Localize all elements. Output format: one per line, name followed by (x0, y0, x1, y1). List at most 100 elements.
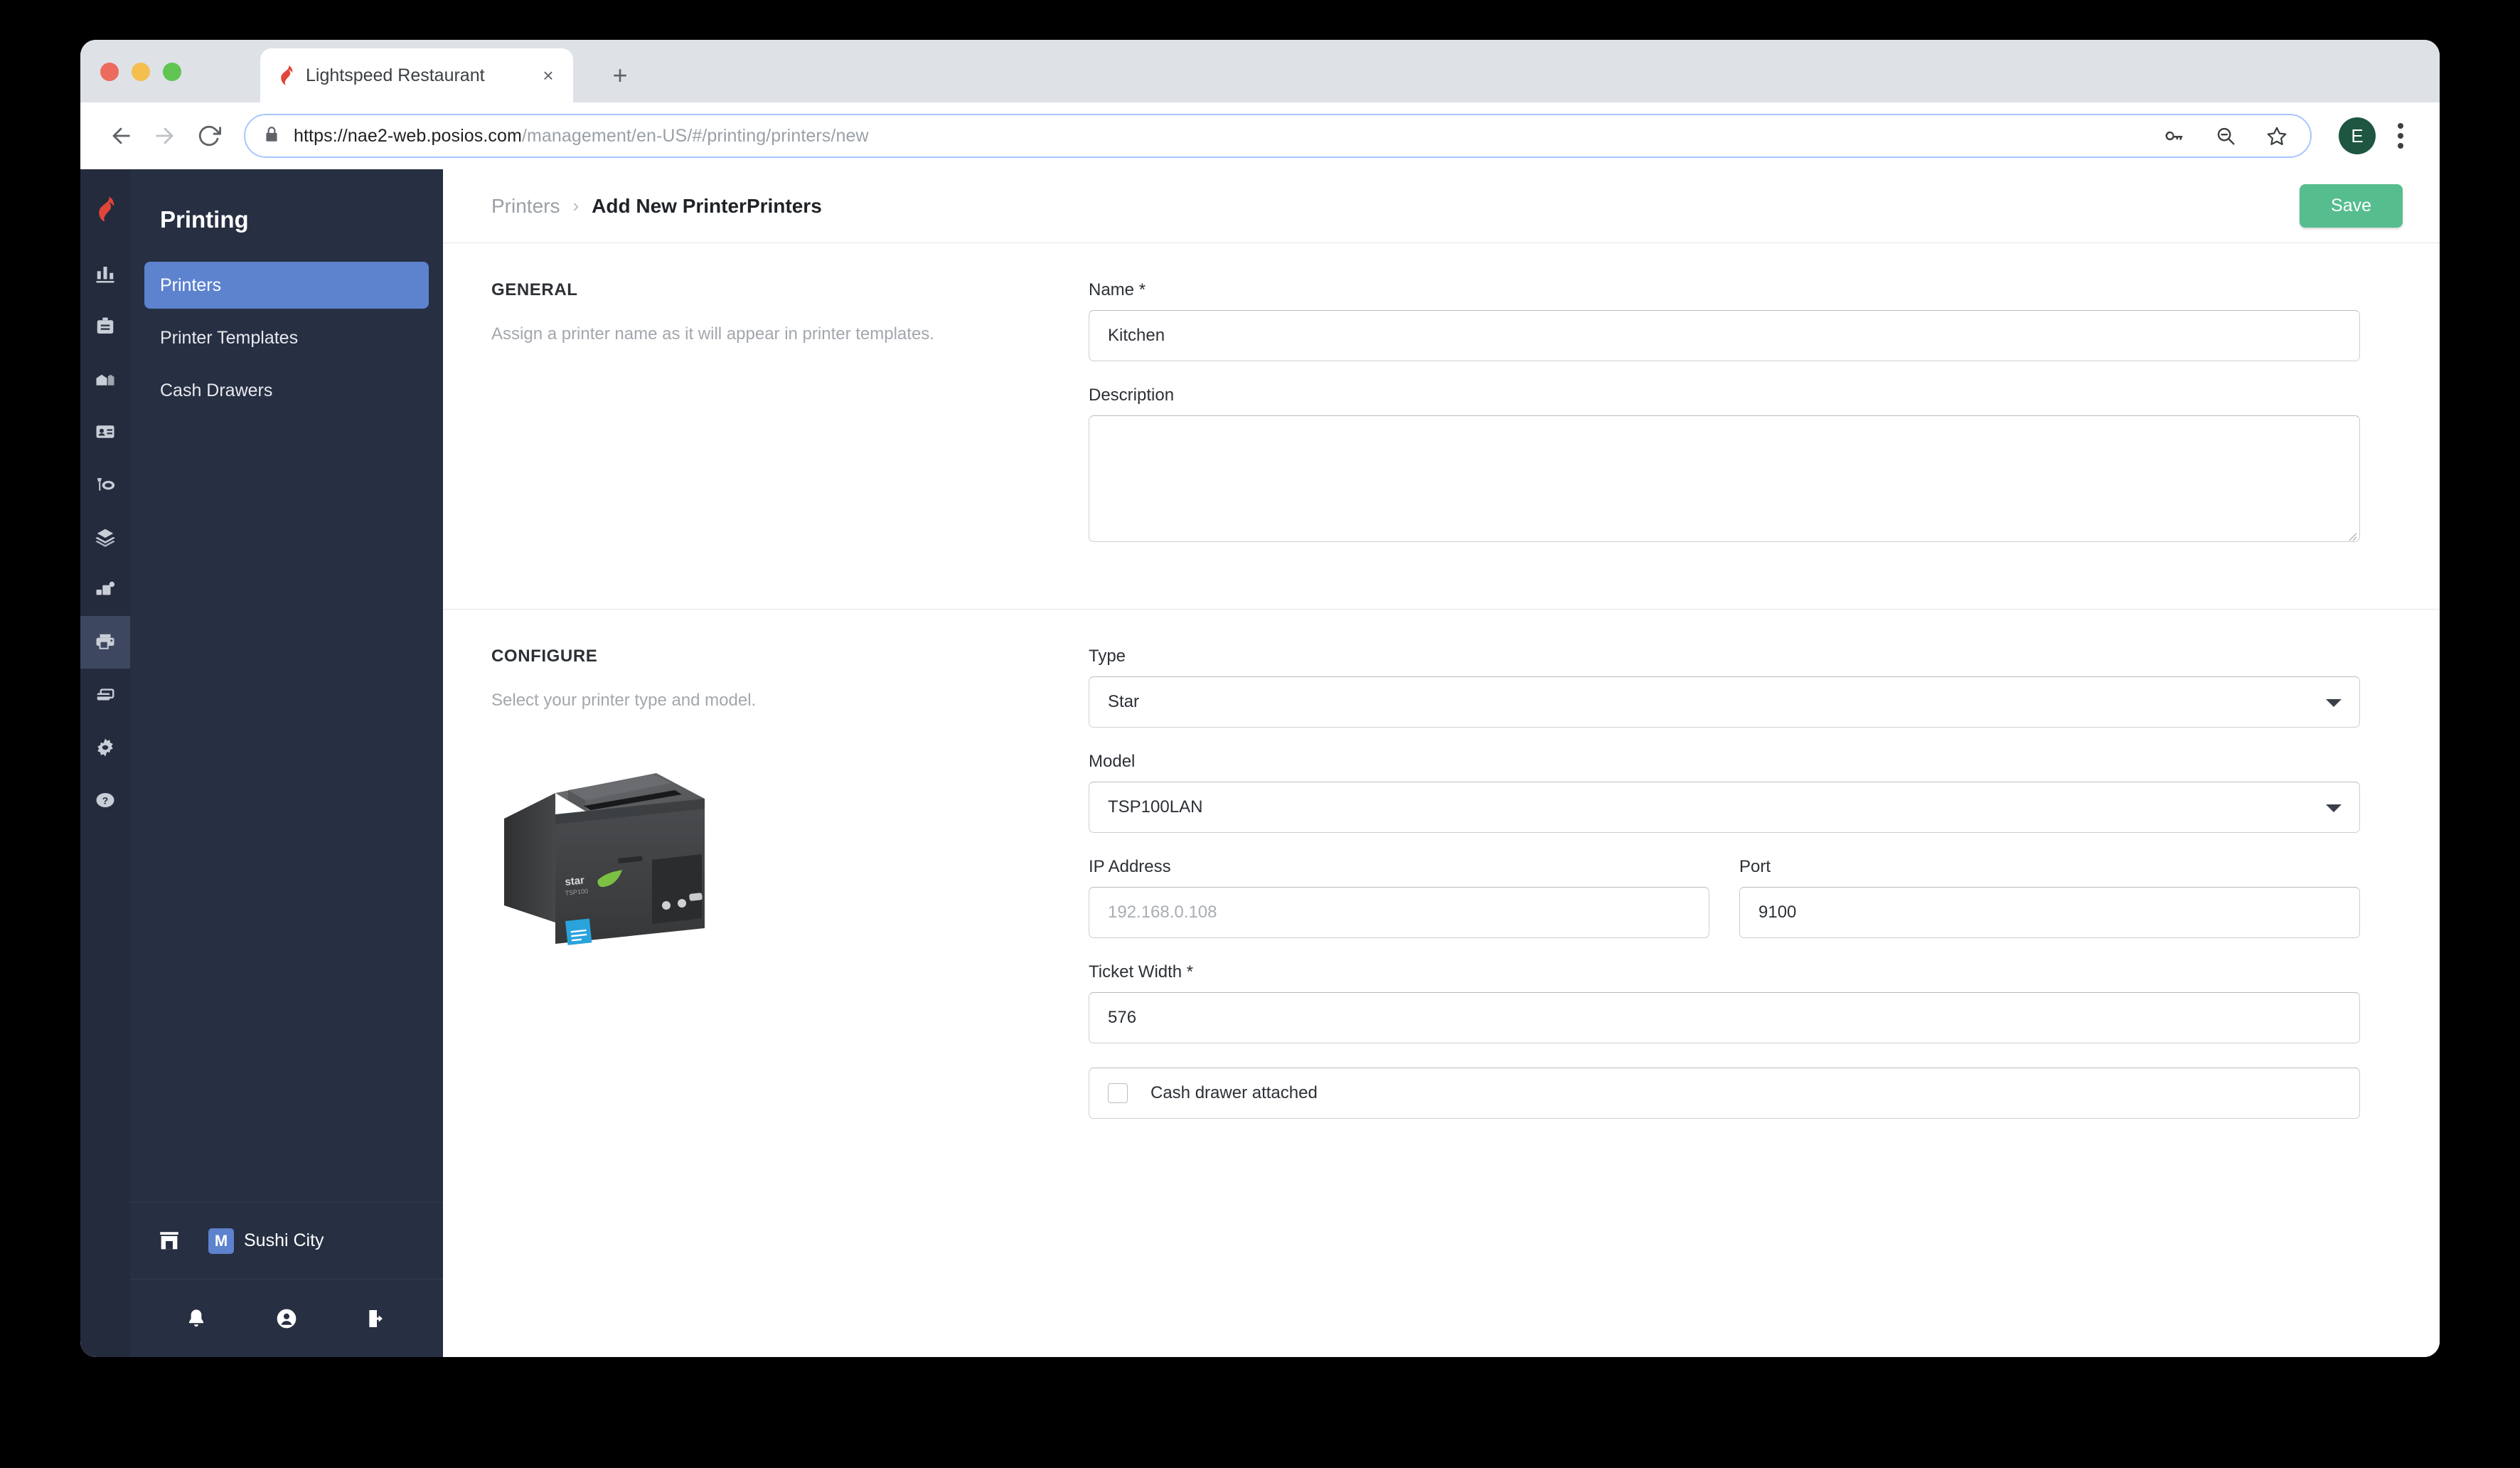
general-section-description: Assign a printer name as it will appear … (491, 324, 934, 344)
browser-toolbar: https://nae2-web.posios.com/management/e… (80, 102, 2440, 169)
cash-drawer-row[interactable]: Cash drawer attached (1089, 1068, 2360, 1119)
configure-section-title: CONFIGURE (491, 647, 598, 666)
store-name: Sushi City (244, 1230, 324, 1250)
lock-icon (262, 125, 281, 147)
tab-strip: Lightspeed Restaurant × + (80, 40, 2440, 102)
general-section-title: GENERAL (491, 280, 578, 299)
configure-section-info: CONFIGURE Select your printer type and m… (491, 647, 1089, 1119)
port-input[interactable]: 9100 (1739, 887, 2360, 938)
type-select[interactable]: Star (1089, 676, 2360, 728)
store-badge: M (208, 1228, 234, 1254)
type-select-wrapper: Star (1089, 676, 2360, 728)
lightspeed-logo[interactable] (80, 169, 130, 248)
url-text: https://nae2-web.posios.com/management/e… (294, 126, 2142, 147)
description-textarea[interactable] (1089, 415, 2360, 542)
bell-icon[interactable] (173, 1296, 219, 1341)
name-label: Name * (1089, 280, 1146, 299)
window-controls (100, 63, 181, 81)
url-host: https://nae2-web.posios.com (294, 125, 522, 146)
sidebar: Printing Printers Printer Templates Cash… (130, 169, 443, 1357)
svg-text:?: ? (102, 795, 108, 806)
dining-icon[interactable] (80, 458, 130, 511)
name-input[interactable]: Kitchen (1089, 310, 2360, 361)
description-field-group: Description (1089, 385, 2360, 542)
content-header: Printers › Add New PrinterPrinters Save (443, 169, 2440, 243)
ip-address-label: IP Address (1089, 857, 1171, 876)
store-icon (130, 1229, 208, 1253)
back-icon[interactable] (99, 114, 143, 158)
sidebar-item-printer-templates[interactable]: Printer Templates (144, 314, 429, 361)
cash-drawer-checkbox[interactable] (1108, 1083, 1128, 1103)
reload-icon[interactable] (187, 114, 231, 158)
minimize-window-button[interactable] (132, 63, 150, 81)
clipboard-icon[interactable] (80, 300, 130, 353)
general-section: GENERAL Assign a printer name as it will… (443, 243, 2440, 609)
sidebar-footer (130, 1279, 443, 1357)
page-title: Printing (160, 206, 249, 233)
general-section-info: GENERAL Assign a printer name as it will… (491, 280, 1089, 566)
lightspeed-flame-icon (276, 65, 296, 86)
breadcrumb: Printers › Add New PrinterPrinters (491, 195, 2300, 218)
profile-avatar[interactable]: E (2339, 117, 2376, 154)
model-select[interactable]: TSP100LAN (1089, 782, 2360, 833)
port-label: Port (1739, 857, 1771, 876)
svg-text:star: star (565, 874, 585, 888)
ticket-width-input[interactable]: 576 (1089, 992, 2360, 1043)
type-label: Type (1089, 647, 1126, 666)
sidebar-item-label: Printers (160, 275, 222, 295)
sidebar-item-printers[interactable]: Printers (144, 262, 429, 309)
star-icon[interactable] (2258, 117, 2296, 155)
browser-tab[interactable]: Lightspeed Restaurant × (260, 48, 573, 102)
type-field-group: Type Star (1089, 647, 2360, 728)
breadcrumb-parent[interactable]: Printers (491, 195, 560, 218)
printer-icon[interactable] (80, 616, 130, 669)
kebab-menu-icon[interactable] (2383, 116, 2418, 156)
breadcrumb-current: Add New PrinterPrinters (592, 194, 822, 217)
port-field-group: Port 9100 (1739, 857, 2360, 938)
key-icon[interactable] (2155, 117, 2194, 155)
zoom-out-icon[interactable] (2206, 117, 2245, 155)
save-button[interactable]: Save (2300, 184, 2403, 228)
icon-rail: ? (80, 169, 130, 1357)
network-fields-row: IP Address 192.168.0.108 Port 9100 (1089, 857, 2360, 938)
model-label: Model (1089, 752, 1136, 771)
sidebar-item-label: Cash Drawers (160, 380, 273, 400)
close-window-button[interactable] (100, 63, 119, 81)
configure-section: CONFIGURE Select your printer type and m… (443, 609, 2440, 1161)
chevron-down-icon (2326, 804, 2342, 812)
account-icon[interactable] (264, 1296, 309, 1341)
app-viewport: ? Printing Printers Printer Templates Ca… (80, 169, 2440, 1357)
close-tab-icon[interactable]: × (536, 63, 560, 87)
new-tab-button[interactable]: + (603, 58, 637, 92)
configure-section-fields: Type Star Model TSP100LAN IP Address 192… (1089, 647, 2403, 1119)
layers-icon[interactable] (80, 511, 130, 563)
ticket-width-label: Ticket Width * (1089, 962, 1194, 982)
name-field-group: Name * Kitchen (1089, 280, 2360, 361)
reports-icon[interactable] (80, 248, 130, 300)
maximize-window-button[interactable] (163, 63, 181, 81)
cards-icon[interactable] (80, 669, 130, 721)
ip-field-group: IP Address 192.168.0.108 (1089, 857, 1709, 938)
forward-icon[interactable] (143, 114, 187, 158)
store-selector[interactable]: M Sushi City (130, 1202, 443, 1279)
sidebar-item-cash-drawers[interactable]: Cash Drawers (144, 367, 429, 414)
id-card-icon[interactable] (80, 405, 130, 458)
chevron-down-icon (2326, 699, 2342, 707)
help-icon[interactable]: ? (80, 774, 130, 826)
main-content: Printers › Add New PrinterPrinters Save … (443, 169, 2440, 1357)
ticket-width-field-group: Ticket Width * 576 (1089, 962, 2360, 1043)
gear-icon[interactable] (80, 721, 130, 774)
sidebar-nav: Printing Printers Printer Templates Cash… (130, 169, 443, 1202)
devices-icon[interactable] (80, 563, 130, 616)
cash-drawer-label: Cash drawer attached (1150, 1083, 1318, 1102)
general-section-fields: Name * Kitchen Description (1089, 280, 2403, 566)
sidebar-item-label: Printer Templates (160, 327, 299, 348)
address-bar[interactable]: https://nae2-web.posios.com/management/e… (244, 114, 2312, 158)
tab-title: Lightspeed Restaurant (306, 65, 485, 85)
chevron-right-icon: › (572, 195, 580, 216)
resize-handle-icon[interactable] (2344, 526, 2357, 541)
company-icon[interactable] (80, 353, 130, 405)
ip-address-input[interactable]: 192.168.0.108 (1089, 887, 1709, 938)
model-select-wrapper: TSP100LAN (1089, 782, 2360, 833)
logout-icon[interactable] (354, 1296, 400, 1341)
